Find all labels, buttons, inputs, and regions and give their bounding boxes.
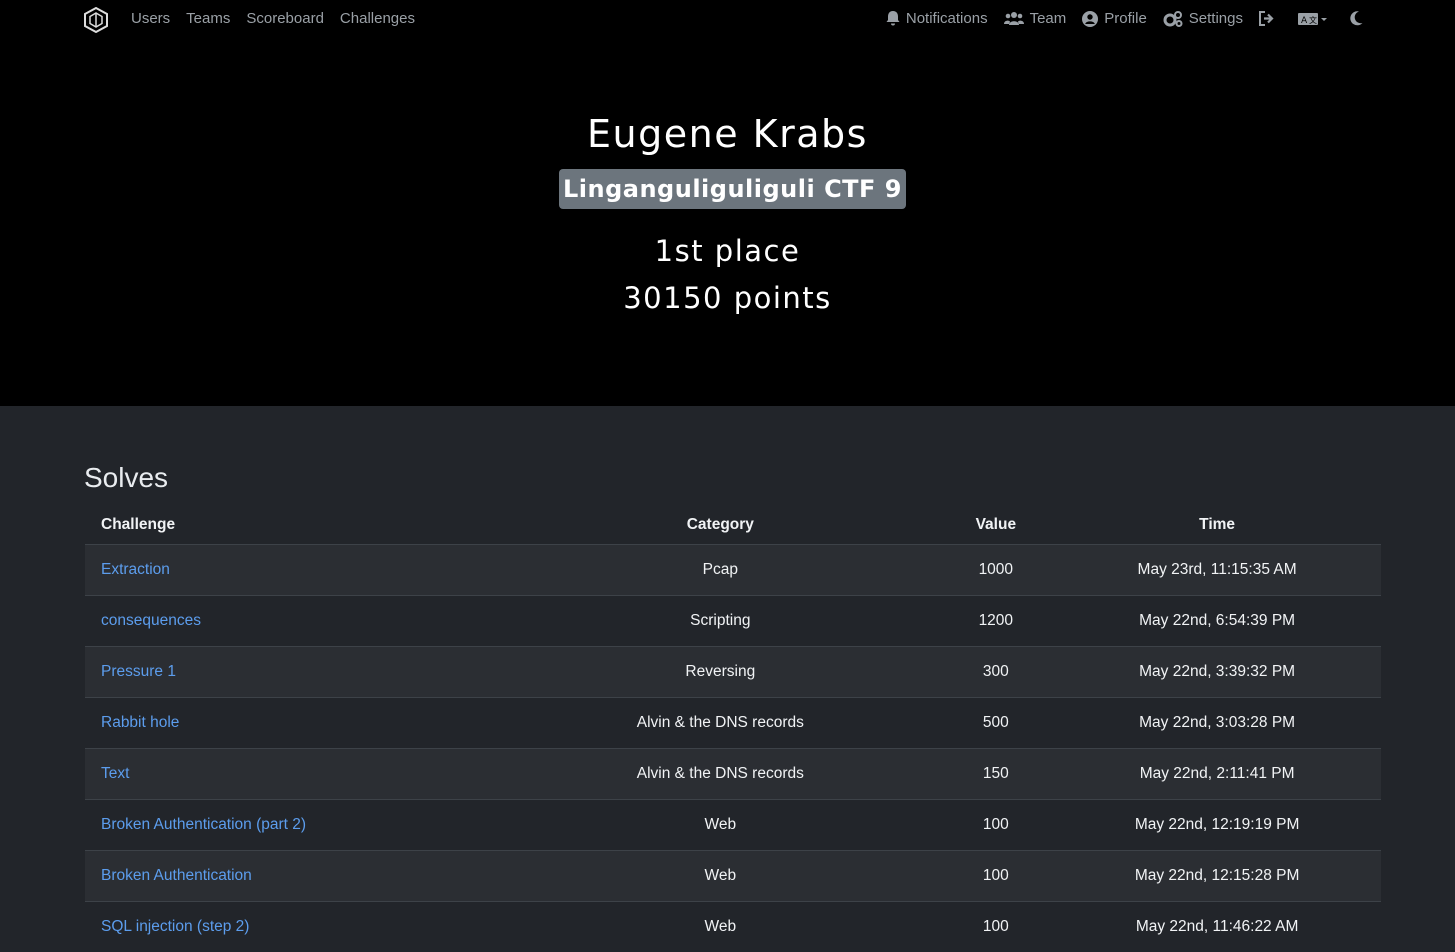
- solve-time: May 22nd, 2:11:41 PM: [1053, 749, 1381, 800]
- cogs-icon: [1163, 11, 1183, 27]
- challenge-value: 1000: [938, 545, 1053, 596]
- solves-heading: Solves: [84, 462, 168, 494]
- challenge-category: Pcap: [502, 545, 938, 596]
- challenge-value: 100: [938, 800, 1053, 851]
- language-dropdown[interactable]: A文: [1298, 12, 1334, 26]
- sign-out-icon: [1259, 11, 1276, 26]
- solve-time: May 22nd, 3:03:28 PM: [1053, 698, 1381, 749]
- challenge-category: Web: [502, 902, 938, 952]
- solve-time: May 22nd, 11:46:22 AM: [1053, 902, 1381, 952]
- challenge-category: Web: [502, 800, 938, 851]
- nav-notifications[interactable]: Notifications: [886, 10, 988, 27]
- challenge-category: Alvin & the DNS records: [502, 749, 938, 800]
- solve-time: May 23rd, 11:15:35 AM: [1053, 545, 1381, 596]
- header-category[interactable]: Category: [502, 505, 938, 545]
- challenge-value: 100: [938, 851, 1053, 902]
- table-row: Text Alvin & the DNS records 150 May 22n…: [85, 749, 1381, 800]
- language-icon: A文: [1298, 12, 1328, 26]
- table-row: SQL injection (step 2) Web 100 May 22nd,…: [85, 902, 1381, 952]
- nav-team-label: Team: [1030, 10, 1067, 27]
- user-header: Eugene Krabs Linganguliguliguli CTF 9 1s…: [0, 40, 1455, 406]
- challenge-category: Web: [502, 851, 938, 902]
- challenge-value: 100: [938, 902, 1053, 952]
- challenge-link[interactable]: Text: [101, 765, 129, 782]
- solve-time: May 22nd, 12:15:28 PM: [1053, 851, 1381, 902]
- challenge-value: 300: [938, 647, 1053, 698]
- table-header-row: Challenge Category Value Time: [85, 505, 1381, 545]
- header-challenge[interactable]: Challenge: [85, 505, 502, 545]
- challenge-value: 150: [938, 749, 1053, 800]
- solve-time: May 22nd, 6:54:39 PM: [1053, 596, 1381, 647]
- bell-icon: [886, 11, 900, 26]
- ctfd-logo-icon[interactable]: [84, 7, 108, 33]
- nav-scoreboard[interactable]: Scoreboard: [246, 10, 324, 27]
- user-circle-icon: [1082, 11, 1098, 27]
- challenge-link[interactable]: Pressure 1: [101, 663, 176, 680]
- challenge-link[interactable]: Extraction: [101, 561, 170, 578]
- logout-button[interactable]: [1259, 11, 1282, 26]
- table-row: Broken Authentication (part 2) Web 100 M…: [85, 800, 1381, 851]
- nav-profile[interactable]: Profile: [1082, 10, 1147, 27]
- svg-text:文: 文: [1309, 15, 1317, 25]
- challenge-category: Reversing: [502, 647, 938, 698]
- table-row: Broken Authentication Web 100 May 22nd, …: [85, 851, 1381, 902]
- moon-icon: [1350, 11, 1363, 26]
- challenge-link[interactable]: Rabbit hole: [101, 714, 179, 731]
- theme-toggle[interactable]: [1350, 11, 1369, 26]
- nav-challenges[interactable]: Challenges: [340, 10, 415, 27]
- solves-table: Challenge Category Value Time Extraction…: [85, 505, 1381, 952]
- challenge-value: 500: [938, 698, 1053, 749]
- challenge-link[interactable]: consequences: [101, 612, 201, 629]
- solve-time: May 22nd, 3:39:32 PM: [1053, 647, 1381, 698]
- nav-settings[interactable]: Settings: [1163, 10, 1243, 27]
- table-row: Pressure 1 Reversing 300 May 22nd, 3:39:…: [85, 647, 1381, 698]
- challenge-category: Scripting: [502, 596, 938, 647]
- nav-users[interactable]: Users: [131, 10, 170, 27]
- table-row: Extraction Pcap 1000 May 23rd, 11:15:35 …: [85, 545, 1381, 596]
- challenge-value: 1200: [938, 596, 1053, 647]
- user-name: Eugene Krabs: [0, 112, 1455, 156]
- header-value[interactable]: Value: [938, 505, 1053, 545]
- svg-text:A: A: [1301, 16, 1308, 26]
- solve-time: May 22nd, 12:19:19 PM: [1053, 800, 1381, 851]
- challenge-link[interactable]: SQL injection (step 2): [101, 918, 249, 935]
- top-navbar: Users Teams Scoreboard Challenges Notifi…: [0, 0, 1455, 40]
- table-row: Rabbit hole Alvin & the DNS records 500 …: [85, 698, 1381, 749]
- nav-notifications-label: Notifications: [906, 10, 988, 27]
- team-badge[interactable]: Linganguliguliguli CTF 9: [559, 169, 906, 209]
- table-row: consequences Scripting 1200 May 22nd, 6:…: [85, 596, 1381, 647]
- challenge-category: Alvin & the DNS records: [502, 698, 938, 749]
- challenge-link[interactable]: Broken Authentication (part 2): [101, 816, 306, 833]
- challenge-link[interactable]: Broken Authentication: [101, 867, 252, 884]
- header-time[interactable]: Time: [1053, 505, 1381, 545]
- nav-team[interactable]: Team: [1004, 10, 1067, 27]
- nav-profile-label: Profile: [1104, 10, 1147, 27]
- nav-teams[interactable]: Teams: [186, 10, 230, 27]
- user-points: 30150 points: [0, 281, 1455, 315]
- users-icon: [1004, 11, 1024, 26]
- nav-settings-label: Settings: [1189, 10, 1243, 27]
- user-place: 1st place: [0, 234, 1455, 268]
